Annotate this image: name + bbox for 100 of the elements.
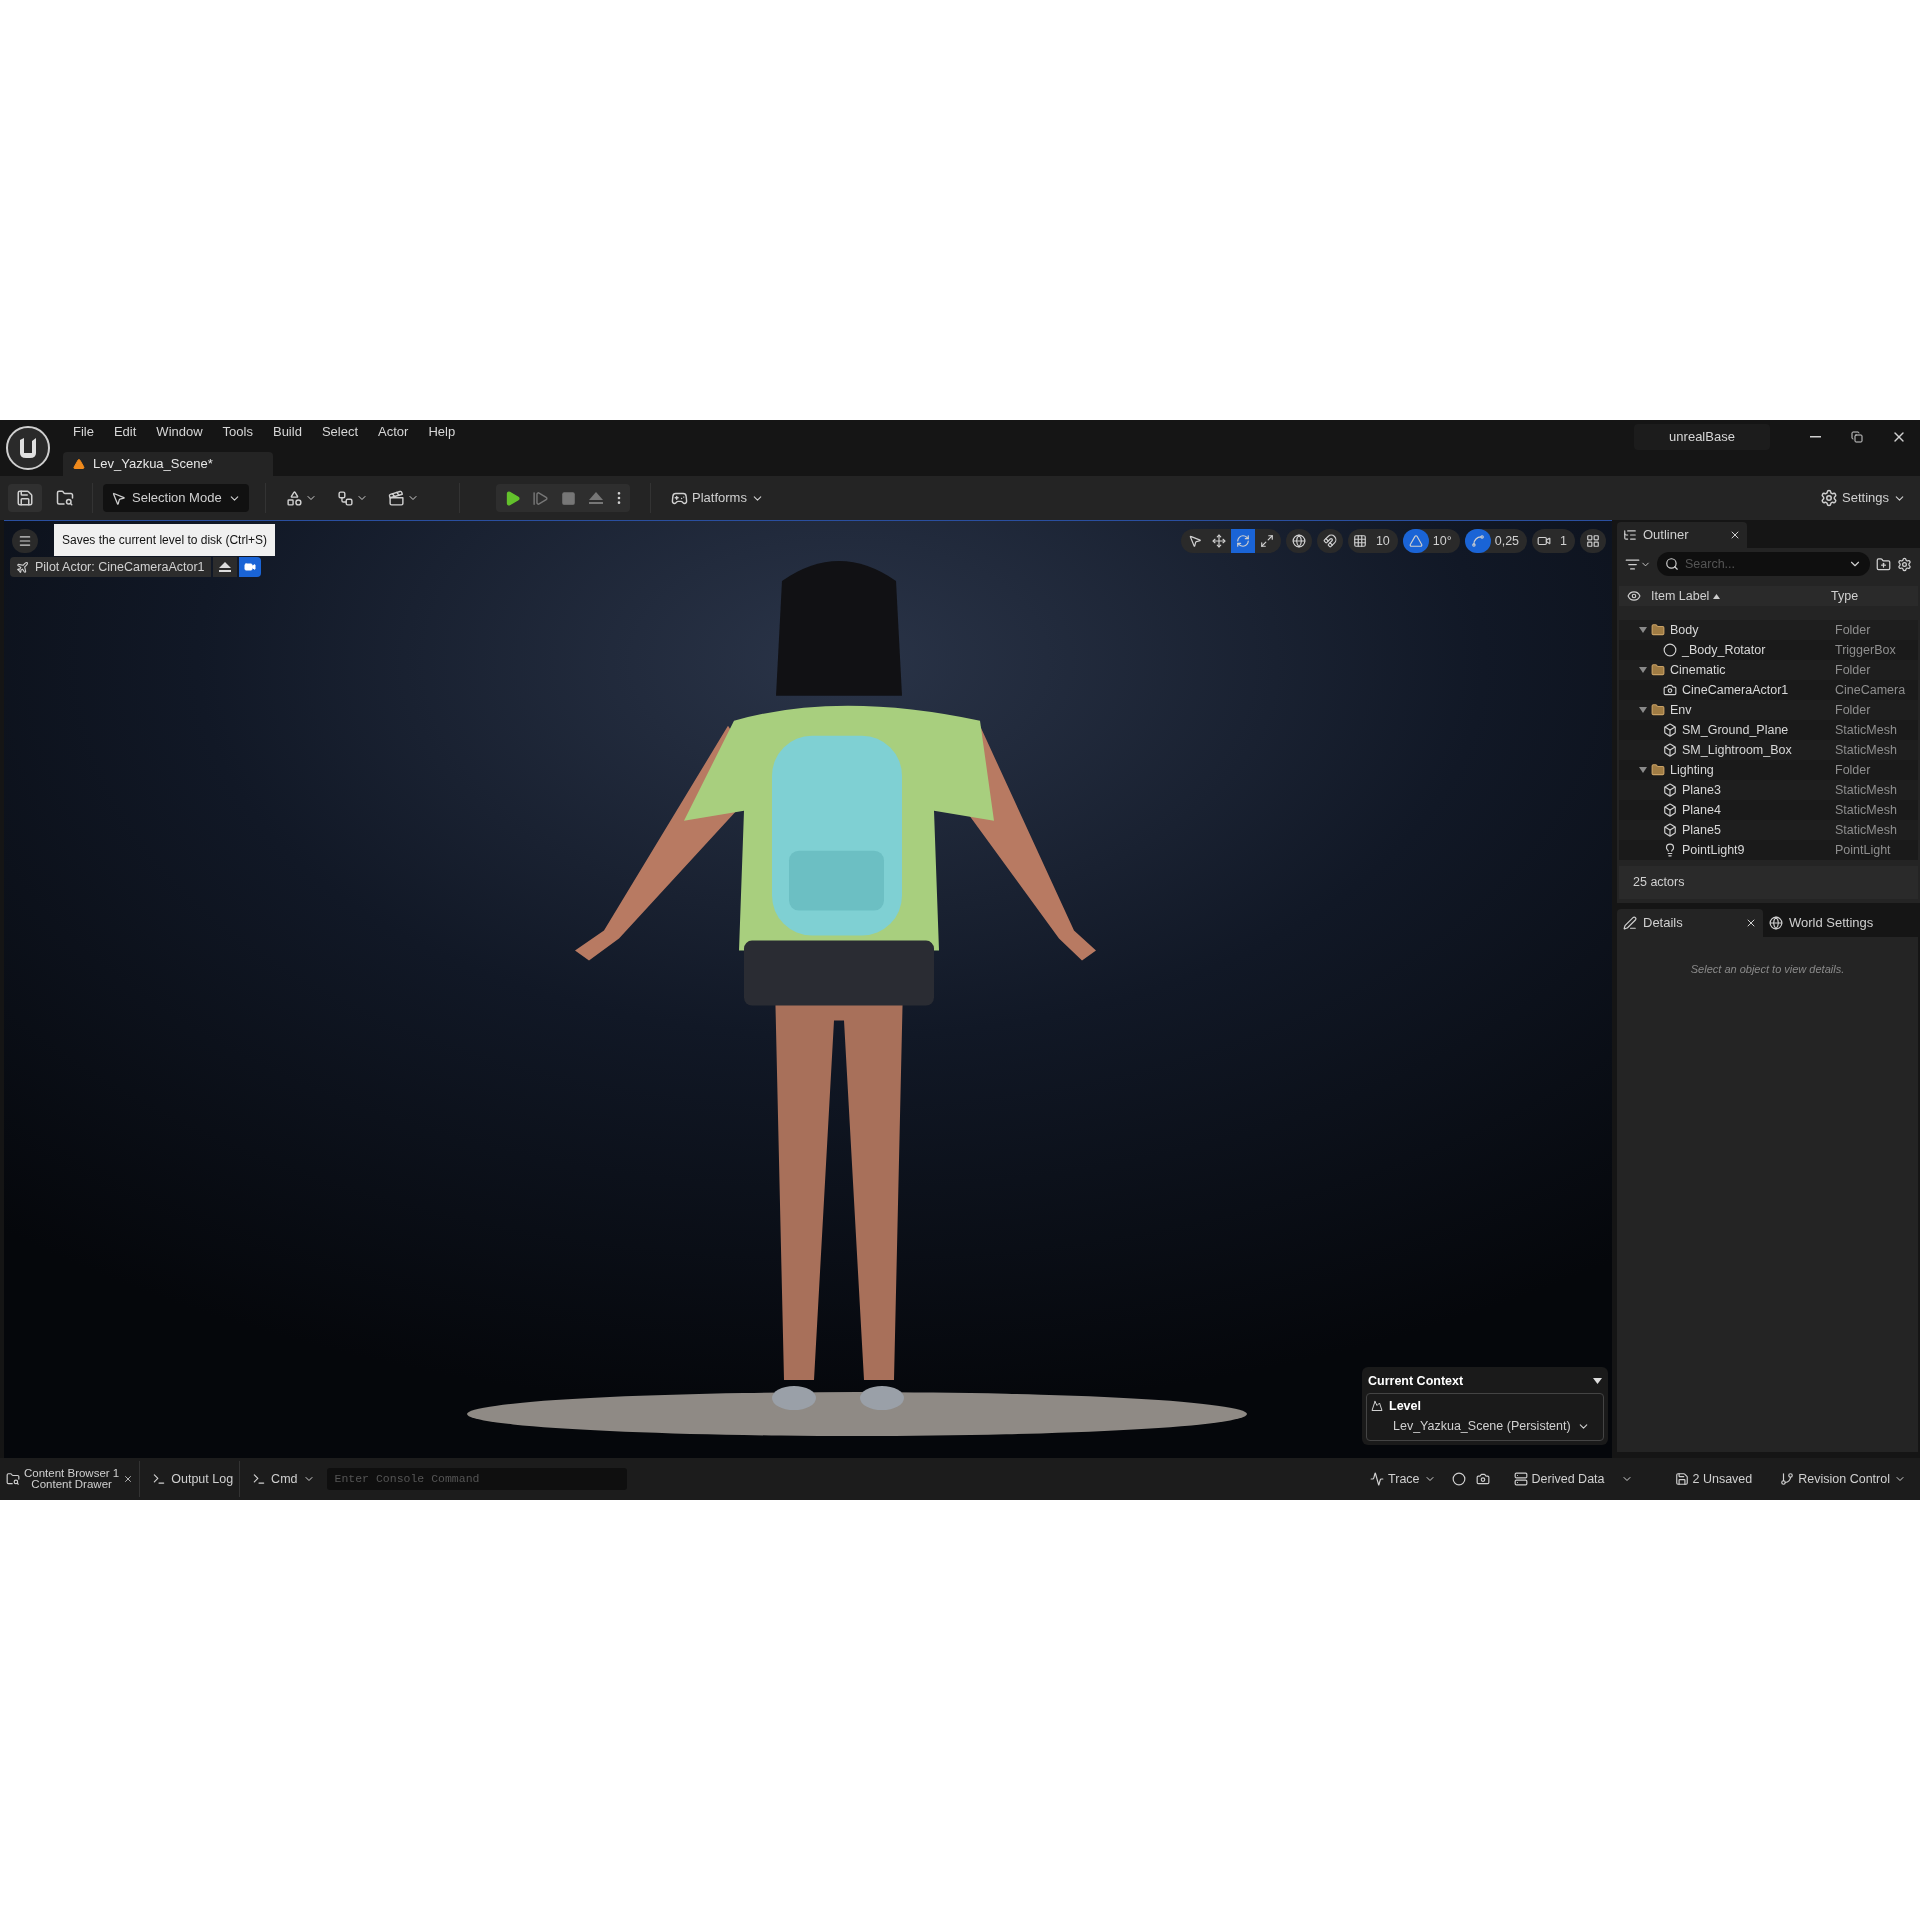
outliner-item[interactable]: SM_Lightroom_Box bbox=[1682, 740, 1792, 760]
folder-search-icon bbox=[6, 1472, 20, 1486]
rotate-tool-button[interactable] bbox=[1230, 529, 1255, 553]
scale-snap-button[interactable]: 0,25 bbox=[1464, 529, 1528, 553]
empty-details-message: Select an object to view details. bbox=[1690, 962, 1845, 977]
document-tab[interactable]: Lev_Yazkua_Scene* bbox=[63, 452, 273, 476]
output-log-button[interactable]: Output Log bbox=[146, 1461, 241, 1497]
filter-button[interactable] bbox=[1625, 556, 1651, 572]
camera-icon[interactable] bbox=[1475, 1472, 1490, 1486]
grid-icon bbox=[1352, 534, 1367, 548]
item-type: StaticMesh bbox=[1834, 741, 1897, 759]
selection-mode-button[interactable]: Selection Mode bbox=[103, 484, 249, 512]
menu-item[interactable]: Window bbox=[146, 422, 213, 442]
close-icon[interactable] bbox=[1729, 529, 1741, 541]
close-icon[interactable] bbox=[123, 1474, 134, 1484]
terminal-icon bbox=[252, 1472, 267, 1486]
panel-tab[interactable]: World Settings bbox=[1763, 909, 1909, 937]
outliner-item[interactable]: _Body_Rotator bbox=[1682, 640, 1766, 660]
outliner-item[interactable]: PointLight9 bbox=[1682, 840, 1745, 860]
cursor-icon bbox=[1187, 534, 1202, 548]
folder-icon bbox=[1651, 623, 1665, 637]
derived-data-button[interactable]: Derived Data bbox=[1513, 1469, 1633, 1489]
outliner-item[interactable]: Cinematic bbox=[1670, 660, 1726, 680]
angle-icon bbox=[1408, 534, 1423, 548]
magnet-icon bbox=[1322, 534, 1337, 548]
filter-icon bbox=[1625, 556, 1640, 572]
item-type: Folder bbox=[1834, 761, 1871, 779]
pilot-actor-label: Pilot Actor: CineCameraActor1 bbox=[35, 558, 205, 576]
project-name: unrealBase bbox=[1634, 424, 1770, 450]
item-type: Folder bbox=[1834, 661, 1871, 679]
trace-button[interactable]: Trace bbox=[1370, 1469, 1436, 1489]
menu-item[interactable]: Build bbox=[262, 422, 312, 442]
rotation-snap-button[interactable]: 10° bbox=[1402, 529, 1460, 553]
sphere-icon bbox=[1663, 643, 1677, 657]
content-browser-label: Content Browser 1 bbox=[24, 1468, 120, 1479]
camera-lock-button[interactable] bbox=[238, 557, 261, 577]
shapes-icon bbox=[286, 489, 303, 507]
unsaved-button[interactable]: 2 Unsaved bbox=[1674, 1469, 1753, 1489]
add-folder-button[interactable] bbox=[1876, 556, 1891, 572]
globe-icon bbox=[1769, 916, 1783, 930]
item-type: StaticMesh bbox=[1834, 721, 1897, 739]
menu-icon bbox=[18, 534, 32, 548]
pen-icon bbox=[1623, 916, 1637, 930]
level-label: Level bbox=[1389, 1397, 1421, 1415]
cube-icon bbox=[1663, 723, 1677, 737]
eject-pilot-button[interactable] bbox=[212, 557, 237, 577]
record-icon[interactable] bbox=[1451, 1472, 1466, 1486]
nodes-icon bbox=[337, 489, 354, 507]
panel-tab[interactable]: Details bbox=[1617, 909, 1763, 937]
eye-icon[interactable] bbox=[1627, 589, 1641, 603]
expander-arrow-icon[interactable] bbox=[1639, 626, 1647, 634]
outliner-item[interactable]: Plane3 bbox=[1682, 780, 1721, 800]
menu-item[interactable]: Actor bbox=[368, 422, 419, 442]
level-dropdown[interactable]: Lev_Yazkua_Scene (Persistent) bbox=[1371, 1415, 1590, 1437]
menu-item[interactable]: Edit bbox=[103, 422, 147, 442]
outliner-item[interactable]: Plane5 bbox=[1682, 820, 1721, 840]
lightbulb-icon bbox=[1663, 843, 1677, 857]
search-icon bbox=[1665, 557, 1679, 571]
content-drawer-label: Content Drawer bbox=[30, 1479, 113, 1490]
item-type: StaticMesh bbox=[1834, 821, 1897, 839]
eject-icon bbox=[218, 562, 231, 572]
item-type: Folder bbox=[1834, 621, 1871, 639]
column-header[interactable]: Type bbox=[1827, 586, 1859, 606]
outliner-item[interactable]: Body bbox=[1670, 620, 1699, 640]
rotate-icon bbox=[1235, 534, 1250, 548]
logo-icon[interactable] bbox=[5, 425, 51, 471]
menu-item[interactable]: File bbox=[63, 422, 104, 442]
branch-icon bbox=[1780, 1472, 1795, 1486]
menu-item[interactable]: Tools bbox=[212, 422, 263, 442]
caret-icon[interactable] bbox=[1593, 1378, 1602, 1384]
eject-icon bbox=[588, 491, 604, 505]
cursor-icon bbox=[111, 490, 126, 506]
outliner-item[interactable]: CineCameraActor1 bbox=[1682, 680, 1789, 700]
cmd-dropdown[interactable]: Cmd bbox=[246, 1469, 321, 1489]
menu-item[interactable]: Help bbox=[418, 422, 466, 442]
expander-arrow-icon[interactable] bbox=[1639, 706, 1647, 714]
menu-item[interactable]: Select bbox=[311, 422, 369, 442]
content-drawer-button[interactable]: Content Browser 1 Content Drawer bbox=[6, 1461, 141, 1497]
column-header[interactable]: Item Label bbox=[1651, 586, 1827, 606]
outliner-settings-button[interactable] bbox=[1897, 556, 1912, 572]
expander-arrow-icon[interactable] bbox=[1639, 666, 1647, 674]
folder-icon bbox=[1651, 703, 1665, 717]
platforms-button[interactable]: Platforms bbox=[671, 484, 764, 512]
save-icon bbox=[16, 489, 34, 507]
grid-snap-button[interactable]: 10 bbox=[1347, 529, 1398, 553]
save-button[interactable] bbox=[8, 484, 42, 512]
outliner-tab[interactable]: Outliner bbox=[1617, 522, 1747, 548]
revision-control-button[interactable]: Revision Control bbox=[1780, 1469, 1906, 1489]
outliner-item[interactable]: Env bbox=[1670, 700, 1692, 720]
camera-icon bbox=[1663, 683, 1677, 697]
item-type: CineCamera bbox=[1834, 681, 1906, 699]
expander-arrow-icon[interactable] bbox=[1639, 766, 1647, 774]
minimize-icon bbox=[1809, 436, 1821, 438]
settings-button[interactable]: Settings bbox=[1820, 484, 1906, 512]
outliner-item[interactable]: Plane4 bbox=[1682, 800, 1721, 820]
globe-icon bbox=[1291, 534, 1306, 548]
clapperboard-icon bbox=[388, 489, 405, 507]
outliner-item[interactable]: Lighting bbox=[1670, 760, 1714, 780]
settings-icon bbox=[1897, 556, 1912, 572]
outliner-item[interactable]: SM_Ground_Plane bbox=[1682, 720, 1789, 740]
